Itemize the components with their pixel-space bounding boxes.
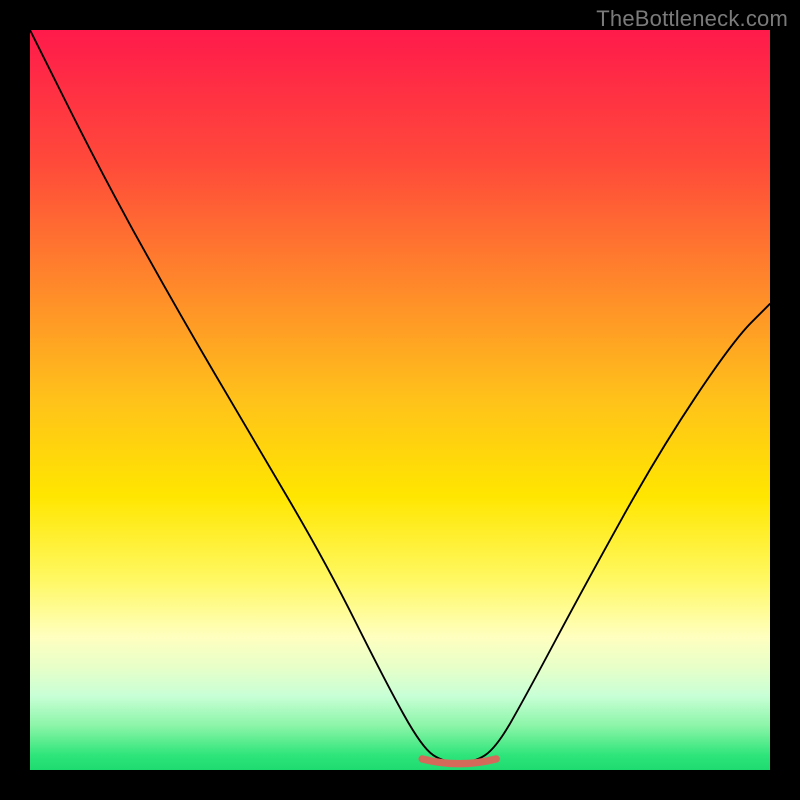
plateau-highlight-path — [422, 759, 496, 764]
curve-layer — [30, 30, 770, 770]
bottleneck-curve-path — [30, 30, 770, 763]
plot-area — [30, 30, 770, 770]
attribution-text: TheBottleneck.com — [596, 6, 788, 32]
chart-stage: TheBottleneck.com — [0, 0, 800, 800]
